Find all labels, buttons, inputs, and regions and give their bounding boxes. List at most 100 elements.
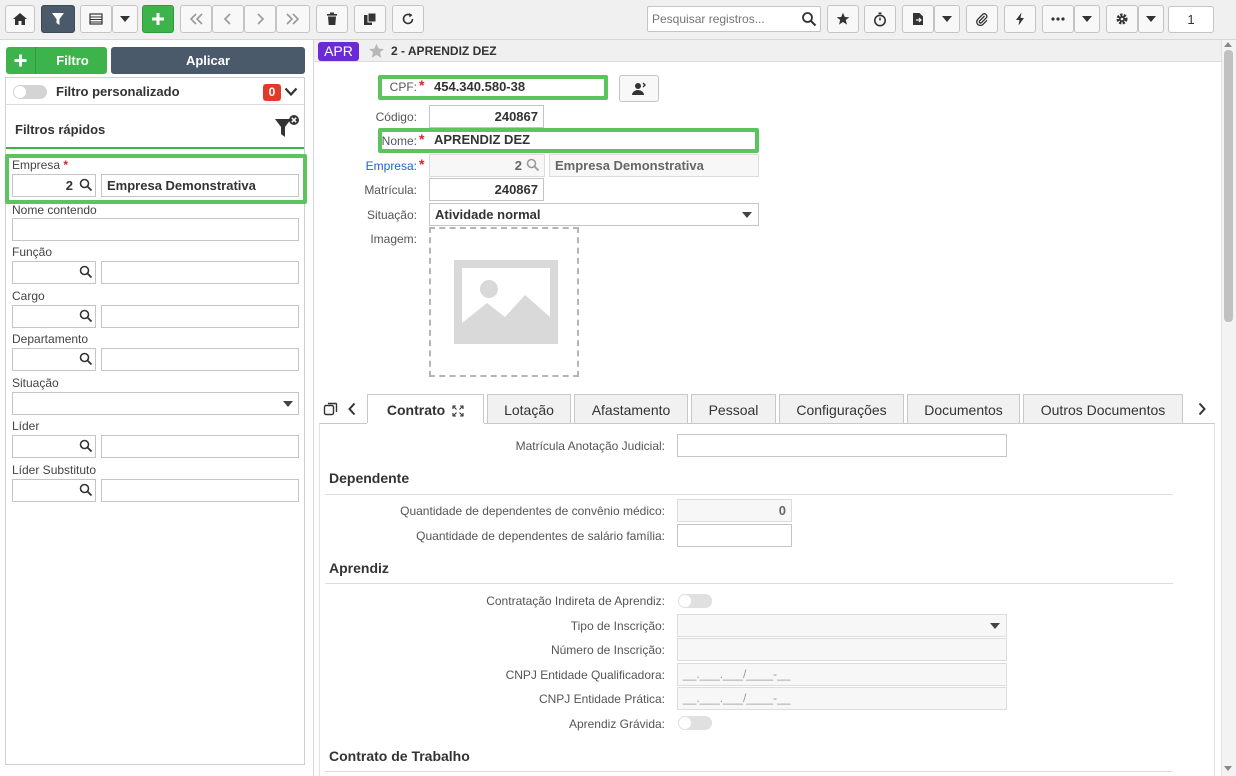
tab-afastamento[interactable]: Afastamento (574, 394, 688, 424)
cpf-input[interactable]: 454.340.580-38 (429, 78, 604, 98)
refresh-icon (402, 13, 414, 25)
report-button[interactable] (902, 5, 934, 33)
situacao-select[interactable]: Atividade normal (429, 203, 759, 226)
actions-button[interactable] (1004, 5, 1036, 33)
cnpj-qualificadora-label: CNPJ Entidade Qualificadora: (505, 668, 665, 682)
tab-pessoal[interactable]: Pessoal (691, 394, 776, 424)
tab-outros-documentos[interactable]: Outros Documentos (1023, 394, 1183, 424)
search-icon[interactable] (79, 309, 93, 323)
apply-filter-button[interactable]: Aplicar (111, 47, 305, 74)
filter-departamento-label: Departamento (12, 332, 89, 346)
next-record-button[interactable] (244, 5, 276, 33)
lookup-person-button[interactable] (619, 75, 659, 102)
clear-filter-icon[interactable] (273, 114, 301, 140)
funnel-icon (52, 13, 64, 25)
filter-nome-input[interactable] (12, 218, 299, 241)
filter-situacao-select[interactable] (12, 392, 299, 415)
paperclip-icon (976, 13, 988, 26)
chevron-left-icon[interactable] (347, 402, 357, 416)
custom-filter-toggle[interactable] (13, 85, 47, 99)
search-icon[interactable] (801, 11, 817, 27)
empresa-link-label[interactable]: Empresa: (355, 159, 417, 173)
filter-lider-name-input[interactable] (101, 435, 299, 458)
timer-button[interactable] (864, 5, 896, 33)
tab-lotacao[interactable]: Lotação (487, 394, 571, 424)
search-icon[interactable] (79, 439, 93, 453)
filter-toggle-button[interactable] (41, 5, 75, 33)
page-number-box[interactable]: 1 (1168, 6, 1214, 33)
filter-lider-substituto-name-input[interactable] (101, 479, 299, 502)
caret-down-icon (1146, 16, 1156, 22)
home-button[interactable] (5, 5, 35, 33)
settings-dropdown-button[interactable] (1138, 5, 1164, 33)
quick-filters-title: Filtros rápidos (15, 122, 106, 137)
filter-cargo-name-input[interactable] (101, 305, 299, 328)
copy-icon[interactable] (323, 401, 339, 417)
filter-empresa-label: Empresa * (12, 158, 69, 172)
expand-icon[interactable] (452, 405, 464, 417)
add-record-button[interactable] (142, 5, 174, 33)
scroll-up-arrow-icon[interactable] (1224, 42, 1232, 47)
more-options-button[interactable] (1042, 5, 1074, 33)
nome-input[interactable]: APRENDIZ DEZ (429, 131, 752, 151)
previous-record-button[interactable] (212, 5, 244, 33)
caret-down-icon (120, 16, 130, 22)
matricula-input[interactable]: 240867 (429, 178, 544, 201)
first-record-button[interactable] (180, 5, 212, 33)
caret-down-icon (1082, 16, 1092, 22)
numero-inscricao-input[interactable] (677, 638, 1007, 661)
filter-situacao-label: Situação (12, 376, 59, 390)
chevron-down-icon[interactable] (284, 87, 298, 97)
active-tab-gap (367, 423, 484, 425)
aprendiz-gravida-toggle[interactable] (678, 716, 712, 730)
search-icon[interactable] (79, 178, 93, 192)
duplicate-button[interactable] (354, 5, 386, 33)
matricula-judicial-input[interactable] (677, 434, 1007, 457)
filter-cargo-label: Cargo (12, 289, 45, 303)
last-record-button[interactable] (276, 5, 310, 33)
filter-funcao-name-input[interactable] (101, 261, 299, 284)
add-filter-label: Filtro (56, 53, 89, 68)
chevron-right-icon[interactable] (1197, 402, 1207, 416)
search-icon[interactable] (79, 352, 93, 366)
tab-contrato[interactable]: Contrato (367, 394, 484, 424)
cnpj-qualificadora-input[interactable]: __.___.___/____-__ (677, 663, 1007, 686)
report-dropdown-button[interactable] (934, 5, 960, 33)
refresh-button[interactable] (392, 5, 424, 33)
attachments-button[interactable] (966, 5, 998, 33)
codigo-input[interactable]: 240867 (429, 105, 544, 128)
settings-button[interactable] (1106, 5, 1138, 33)
list-view-button[interactable] (80, 5, 112, 33)
nome-label: Nome: (381, 134, 417, 148)
search-input[interactable] (648, 7, 798, 31)
user-search-icon (632, 82, 646, 95)
scroll-down-arrow-icon[interactable] (1224, 766, 1232, 771)
add-filter-button[interactable]: Filtro (6, 47, 107, 74)
custom-filter-count-badge: 0 (263, 84, 281, 101)
section-divider (325, 771, 1173, 772)
section-divider (325, 494, 1173, 495)
search-icon[interactable] (79, 265, 93, 279)
image-upload-area[interactable] (429, 227, 579, 377)
filter-lider-substituto-label: Líder Substituto (12, 463, 97, 477)
scrollbar-thumb[interactable] (1224, 50, 1233, 322)
favorite-button[interactable] (827, 5, 859, 33)
plus-icon (6, 47, 36, 74)
tab-configuracoes[interactable]: Configurações (779, 394, 904, 424)
delete-button[interactable] (316, 5, 348, 33)
view-dropdown-button[interactable] (112, 5, 138, 33)
contratacao-indireta-toggle[interactable] (678, 594, 712, 608)
cnpj-pratica-input[interactable]: __.___.___/____-__ (677, 687, 1007, 710)
custom-filter-label: Filtro personalizado (56, 84, 180, 99)
tipo-inscricao-select[interactable] (677, 614, 1007, 637)
stopwatch-icon (874, 12, 886, 26)
search-icon[interactable] (79, 483, 93, 497)
tab-documentos[interactable]: Documentos (907, 394, 1020, 424)
more-dropdown-button[interactable] (1074, 5, 1100, 33)
dep-salario-input[interactable] (677, 524, 792, 547)
filter-departamento-name-input[interactable] (101, 348, 299, 371)
situacao-label: Situação: (366, 208, 417, 222)
star-icon[interactable] (368, 43, 385, 59)
lightning-icon (1016, 12, 1024, 26)
filter-empresa-name-input[interactable]: Empresa Demonstrativa (101, 174, 299, 197)
